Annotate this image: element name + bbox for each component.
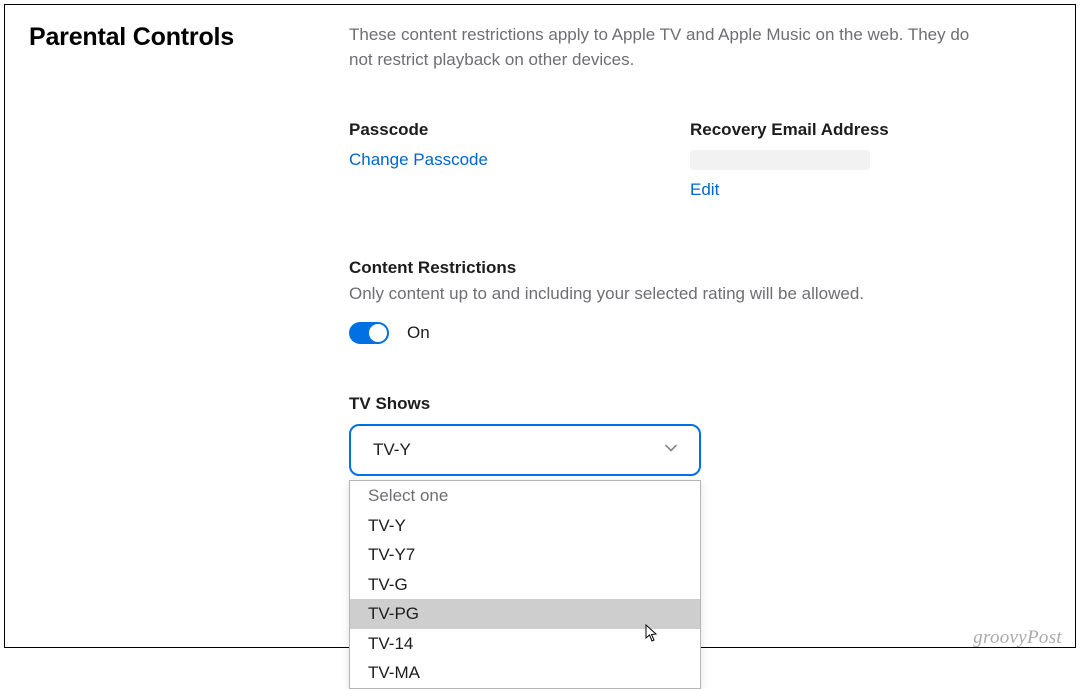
tv-shows-label: TV Shows <box>349 394 971 414</box>
tv-shows-option[interactable]: TV-14 <box>350 629 700 659</box>
recovery-email-block: Recovery Email Address Edit <box>690 120 971 200</box>
tv-shows-option[interactable]: TV-G <box>350 570 700 600</box>
tv-shows-option[interactable]: TV-PG <box>350 599 700 629</box>
watermark: groovyPost <box>973 627 1062 649</box>
description-text: These content restrictions apply to Appl… <box>349 23 971 72</box>
tv-shows-select[interactable]: TV-Y <box>349 424 701 476</box>
tv-shows-option[interactable]: Select one <box>350 481 700 511</box>
passcode-label: Passcode <box>349 120 630 140</box>
content-restrictions-title: Content Restrictions <box>349 258 971 278</box>
recovery-email-value <box>690 150 870 170</box>
chevron-down-icon <box>665 444 677 456</box>
content-restrictions-toggle[interactable] <box>349 322 389 344</box>
passcode-block: Passcode Change Passcode <box>349 120 630 200</box>
edit-email-link[interactable]: Edit <box>690 180 971 200</box>
toggle-knob <box>369 324 387 342</box>
toggle-state-label: On <box>407 323 430 343</box>
recovery-email-label: Recovery Email Address <box>690 120 971 140</box>
page-title: Parental Controls <box>29 23 349 52</box>
change-passcode-link[interactable]: Change Passcode <box>349 150 630 170</box>
tv-shows-option[interactable]: TV-Y <box>350 511 700 541</box>
tv-shows-option[interactable]: TV-MA <box>350 658 700 688</box>
content-restrictions-desc: Only content up to and including your se… <box>349 284 971 304</box>
tv-shows-option[interactable]: TV-Y7 <box>350 540 700 570</box>
tv-shows-dropdown-list: Select oneTV-YTV-Y7TV-GTV-PGTV-14TV-MA <box>349 480 701 689</box>
tv-shows-selected-value: TV-Y <box>373 440 411 460</box>
